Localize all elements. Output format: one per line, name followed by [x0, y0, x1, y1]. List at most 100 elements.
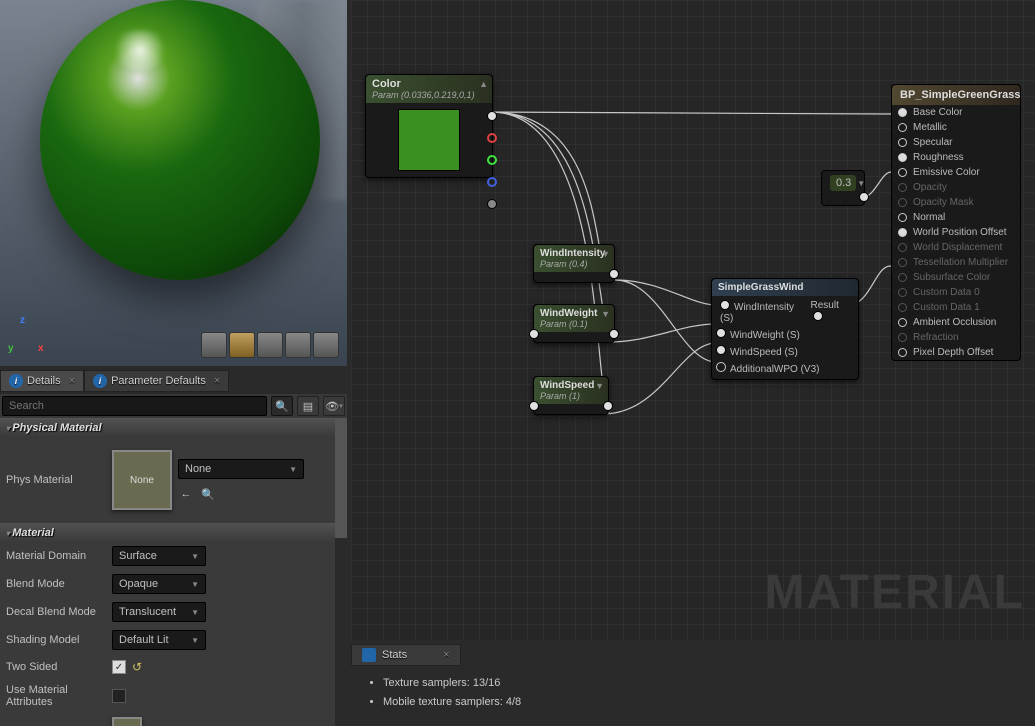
pin-input[interactable]: [898, 213, 907, 222]
browse-button[interactable]: 🔍: [200, 487, 216, 501]
use-material-attributes-checkbox[interactable]: [112, 689, 126, 703]
shading-model-dropdown[interactable]: Default Lit▼: [112, 630, 206, 650]
pin-output-a[interactable]: [487, 199, 497, 209]
details-scrollbar[interactable]: [335, 418, 347, 726]
pin-output[interactable]: [609, 269, 619, 279]
output-pin-row[interactable]: Emissive Color: [892, 165, 1020, 180]
output-pin-row[interactable]: Subsurface Color: [892, 270, 1020, 285]
tab-stats[interactable]: Stats ×: [351, 644, 461, 666]
collapse-icon[interactable]: ▲: [479, 79, 488, 89]
node-wind-speed[interactable]: WindSpeed Param (1) ▼: [533, 376, 609, 415]
pin-input[interactable]: [529, 329, 539, 339]
pin-input[interactable]: [529, 401, 539, 411]
pin-output[interactable]: [609, 329, 619, 339]
tab-parameter-defaults[interactable]: i Parameter Defaults ×: [84, 370, 229, 392]
node-material-output[interactable]: BP_SimpleGreenGrass Base ColorMetallicSp…: [891, 84, 1021, 361]
primitive-plane-button[interactable]: [257, 332, 283, 358]
pin-input[interactable]: [898, 168, 907, 177]
primitive-cylinder-button[interactable]: [201, 332, 227, 358]
collapse-icon[interactable]: ▼: [857, 179, 865, 188]
use-selected-button[interactable]: ←: [178, 487, 194, 501]
pin-output-g[interactable]: [487, 155, 497, 165]
close-icon[interactable]: ×: [69, 375, 75, 387]
pin-input[interactable]: [898, 138, 907, 147]
property-matrix-button[interactable]: ▤: [297, 396, 319, 416]
pin-input[interactable]: [898, 108, 907, 117]
material-graph[interactable]: MATERIAL Color Param (0.0336,0.219,0,1) …: [351, 0, 1035, 640]
output-pin-row[interactable]: Normal: [892, 210, 1020, 225]
category-physical-material[interactable]: ▾ Physical Material: [0, 418, 335, 437]
pin-output-rgb[interactable]: [487, 111, 497, 121]
search-input[interactable]: [2, 396, 267, 416]
extra-thumbnail[interactable]: [112, 717, 142, 726]
pin-output[interactable]: [859, 192, 869, 202]
close-icon[interactable]: ×: [214, 375, 220, 387]
blend-mode-dropdown[interactable]: Opaque▼: [112, 574, 206, 594]
node-constant[interactable]: 0.3 ▼: [821, 170, 865, 206]
pin-input[interactable]: [898, 348, 907, 357]
search-icon[interactable]: 🔍: [271, 396, 293, 416]
node-header[interactable]: WindSpeed Param (1) ▼: [534, 377, 608, 404]
phys-material-thumbnail[interactable]: None: [112, 450, 172, 510]
pin-input[interactable]: [898, 333, 907, 342]
output-pin-row[interactable]: Ambient Occlusion: [892, 315, 1020, 330]
pin-input[interactable]: [898, 183, 907, 192]
color-swatch[interactable]: [398, 109, 460, 171]
decal-blend-dropdown[interactable]: Translucent▼: [112, 602, 206, 622]
output-pin-row[interactable]: Base Color: [892, 105, 1020, 120]
node-wind-intensity[interactable]: WindIntensity Param (0.4) ▼: [533, 244, 615, 283]
close-icon[interactable]: ×: [443, 649, 449, 661]
output-pin-row[interactable]: World Displacement: [892, 240, 1020, 255]
node-header[interactable]: WindWeight Param (0.1) ▼: [534, 305, 614, 332]
collapse-icon[interactable]: ▼: [601, 249, 610, 259]
scrollbar-thumb[interactable]: [335, 418, 347, 538]
output-pin-row[interactable]: Opacity Mask: [892, 195, 1020, 210]
reset-to-default-icon[interactable]: ↺: [132, 660, 142, 674]
pin-input[interactable]: [898, 243, 907, 252]
output-pin-row[interactable]: Pixel Depth Offset: [892, 345, 1020, 360]
output-pin-row[interactable]: Custom Data 0: [892, 285, 1020, 300]
output-pin-row[interactable]: Specular: [892, 135, 1020, 150]
output-pin-row[interactable]: World Position Offset: [892, 225, 1020, 240]
material-preview-viewport[interactable]: z y x: [0, 0, 347, 366]
primitive-mesh-button[interactable]: [313, 332, 339, 358]
pin-output-b[interactable]: [487, 177, 497, 187]
pin-wind-speed[interactable]: [716, 345, 726, 355]
pin-output[interactable]: [603, 401, 613, 411]
pin-input[interactable]: [898, 153, 907, 162]
category-material[interactable]: ▾ Material: [0, 523, 335, 542]
node-wind-weight[interactable]: WindWeight Param (0.1) ▼: [533, 304, 615, 343]
output-pin-row[interactable]: Opacity: [892, 180, 1020, 195]
pin-wind-weight[interactable]: [716, 328, 726, 338]
output-pin-row[interactable]: Custom Data 1: [892, 300, 1020, 315]
pin-input[interactable]: [898, 198, 907, 207]
phys-material-dropdown[interactable]: None▼: [178, 459, 304, 479]
pin-input[interactable]: [898, 273, 907, 282]
pin-input[interactable]: [898, 228, 907, 237]
collapse-icon[interactable]: ▼: [601, 309, 610, 319]
pin-input[interactable]: [898, 258, 907, 267]
pin-output-r[interactable]: [487, 133, 497, 143]
node-simple-grass-wind[interactable]: SimpleGrassWind WindIntensity (S) Result…: [711, 278, 859, 380]
collapse-icon[interactable]: ▼: [595, 381, 604, 391]
pin-result[interactable]: [813, 311, 823, 321]
output-pin-row[interactable]: Metallic: [892, 120, 1020, 135]
pin-input[interactable]: [898, 288, 907, 297]
output-pin-row[interactable]: Roughness: [892, 150, 1020, 165]
pin-input[interactable]: [898, 318, 907, 327]
pin-input[interactable]: [898, 123, 907, 132]
node-header[interactable]: Color Param (0.0336,0.219,0,1) ▲: [366, 75, 492, 103]
pin-wind-intensity[interactable]: [720, 300, 730, 310]
output-pin-row[interactable]: Refraction: [892, 330, 1020, 345]
pin-additional-wpo[interactable]: [716, 362, 726, 372]
two-sided-checkbox[interactable]: ✓: [112, 660, 126, 674]
material-domain-dropdown[interactable]: Surface▼: [112, 546, 206, 566]
node-header[interactable]: SimpleGrassWind: [712, 279, 858, 296]
output-pin-row[interactable]: Tessellation Multiplier: [892, 255, 1020, 270]
node-header[interactable]: WindIntensity Param (0.4) ▼: [534, 245, 614, 272]
node-color-param[interactable]: Color Param (0.0336,0.219,0,1) ▲: [365, 74, 493, 178]
tab-details[interactable]: i Details ×: [0, 370, 84, 392]
primitive-sphere-button[interactable]: [229, 332, 255, 358]
pin-input[interactable]: [898, 303, 907, 312]
view-options-button[interactable]: 👁▾: [323, 396, 345, 416]
